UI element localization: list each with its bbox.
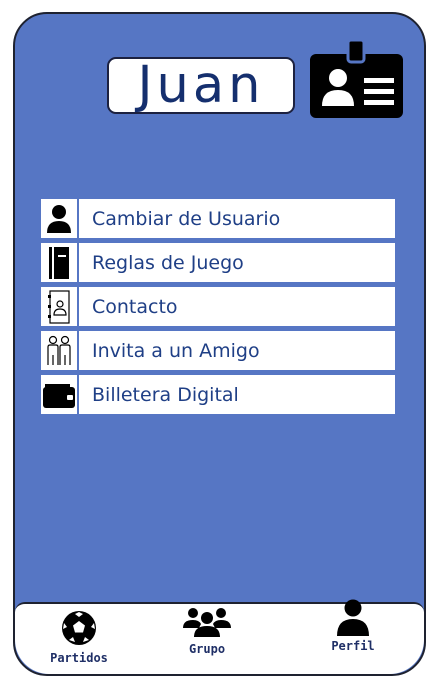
tab-partidos[interactable]: Partidos	[43, 604, 115, 674]
menu-item-cambiar-usuario[interactable]: Cambiar de Usuario	[41, 199, 395, 238]
wallet-icon	[41, 375, 79, 414]
user-name-badge: Juan	[107, 57, 295, 114]
user-name: Juan	[137, 56, 265, 115]
menu-item-label: Cambiar de Usuario	[92, 207, 281, 230]
menu-item-reglas-juego[interactable]: Reglas de Juego	[41, 243, 395, 282]
menu-item-billetera-digital[interactable]: Billetera Digital	[41, 375, 395, 414]
group-icon	[181, 604, 233, 640]
menu-item-label: Invita a un Amigo	[92, 339, 260, 362]
user-icon	[41, 199, 79, 238]
tab-label: Partidos	[50, 651, 108, 665]
tab-perfil[interactable]: Perfil	[317, 599, 389, 674]
profile-icon	[336, 599, 370, 637]
phone-frame: Juan Cambiar de Usuario Reglas de Juego …	[13, 12, 426, 676]
menu-item-label: Contacto	[92, 295, 178, 318]
soccer-ball-icon	[61, 610, 97, 648]
friends-icon	[41, 331, 79, 370]
contact-card-icon	[41, 287, 79, 326]
tab-grupo[interactable]: Grupo	[171, 604, 243, 674]
menu-item-invita-amigo[interactable]: Invita a un Amigo	[41, 331, 395, 370]
menu-item-label: Reglas de Juego	[92, 251, 244, 274]
bottom-tab-bar: Partidos Grupo Perfil	[15, 599, 424, 674]
menu-item-contacto[interactable]: Contacto	[41, 287, 395, 326]
rulebook-icon	[41, 243, 79, 282]
menu-item-label: Billetera Digital	[92, 383, 239, 406]
id-card-icon[interactable]	[310, 38, 403, 118]
tab-label: Grupo	[188, 642, 226, 656]
settings-menu: Cambiar de Usuario Reglas de Juego Conta…	[41, 199, 395, 419]
tab-label: Perfil	[331, 639, 375, 653]
